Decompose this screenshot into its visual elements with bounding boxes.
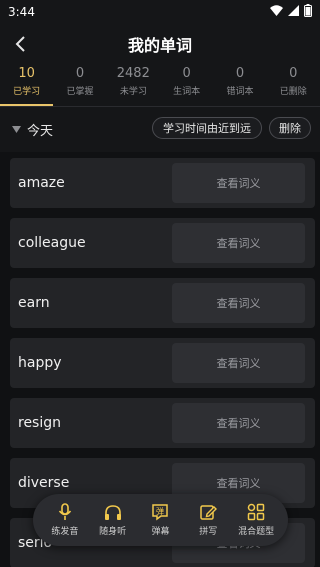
stat-count: 10 bbox=[18, 66, 35, 81]
stat-label: 已掌握 bbox=[66, 87, 94, 97]
stat-count: 0 bbox=[182, 66, 191, 81]
stat-label: 未学习 bbox=[119, 87, 147, 97]
stat-label: 已删除 bbox=[279, 87, 307, 97]
practice-label: 练发音 bbox=[51, 527, 79, 537]
triangle-down-icon bbox=[12, 125, 21, 133]
microphone-icon bbox=[56, 503, 74, 521]
tab-unlearned[interactable]: 2482 未学习 bbox=[107, 66, 160, 106]
list-item: earn 查看词义 bbox=[10, 278, 315, 328]
status-time: 3:44 bbox=[8, 5, 35, 19]
list-item: amaze 查看词义 bbox=[10, 158, 315, 208]
back-button[interactable] bbox=[6, 29, 36, 59]
status-bar: 3:44 bbox=[0, 0, 320, 24]
sort-button[interactable]: 学习时间由近到远 bbox=[152, 117, 262, 139]
stat-count: 0 bbox=[289, 66, 298, 81]
delete-button[interactable]: 删除 bbox=[269, 117, 311, 139]
word-text: happy bbox=[18, 355, 62, 371]
tab-learned[interactable]: 10 已学习 bbox=[0, 66, 54, 106]
list-item: happy 查看词义 bbox=[10, 338, 315, 388]
divider bbox=[0, 106, 320, 107]
grid-icon bbox=[247, 503, 265, 521]
tab-mastered[interactable]: 0 已掌握 bbox=[53, 66, 106, 106]
back-arrow-icon bbox=[15, 36, 25, 52]
practice-label: 弹幕 bbox=[151, 527, 170, 537]
mixed-quiz-button[interactable]: 混合题型 bbox=[233, 503, 279, 537]
spelling-button[interactable]: 拼写 bbox=[185, 503, 231, 537]
stat-label: 已学习 bbox=[13, 87, 41, 97]
wifi-icon bbox=[270, 5, 283, 19]
list-item: colleague 查看词义 bbox=[10, 218, 315, 268]
tab-new-words[interactable]: 0 生词本 bbox=[160, 66, 213, 106]
word-text: amaze bbox=[18, 175, 65, 191]
word-text: resign bbox=[18, 415, 62, 431]
stat-count: 0 bbox=[75, 66, 85, 81]
headphones-icon bbox=[104, 503, 122, 521]
stat-label: 生词本 bbox=[173, 87, 201, 97]
title-bar: 我的单词 bbox=[0, 24, 320, 64]
stats-tabs: 10 已学习 0 已掌握 2482 未学习 0 生词本 0 错词本 0 已删除 bbox=[0, 66, 320, 106]
practice-label: 随身听 bbox=[99, 527, 127, 537]
practice-bar: 练发音 随身听 弹 弹幕 拼写 混合题型 bbox=[33, 494, 288, 546]
tab-wrong-words[interactable]: 0 错词本 bbox=[213, 66, 266, 106]
tab-deleted[interactable]: 0 已删除 bbox=[267, 66, 320, 106]
badge-text: 弹 bbox=[156, 506, 164, 516]
word-text: earn bbox=[18, 295, 50, 311]
view-meaning-button[interactable]: 查看词义 bbox=[172, 343, 305, 383]
listen-button[interactable]: 随身听 bbox=[90, 503, 136, 537]
bullet-comment-button[interactable]: 弹 弹幕 bbox=[137, 503, 183, 537]
page-title: 我的单词 bbox=[127, 36, 192, 55]
list-toolbar: 今天 学习时间由近到远 删除 bbox=[0, 114, 320, 144]
view-meaning-button[interactable]: 查看词义 bbox=[172, 283, 305, 323]
battery-icon bbox=[304, 4, 312, 20]
stat-count: 2482 bbox=[116, 66, 150, 81]
status-icons bbox=[270, 4, 312, 20]
group-label: 今天 bbox=[27, 123, 54, 139]
bullet-comment-icon: 弹 bbox=[151, 503, 169, 521]
practice-pronunciation-button[interactable]: 练发音 bbox=[42, 503, 88, 537]
word-text: colleague bbox=[18, 235, 86, 251]
edit-icon bbox=[199, 503, 218, 521]
list-item: resign 查看词义 bbox=[10, 398, 315, 448]
stat-count: 0 bbox=[235, 66, 245, 81]
view-meaning-button[interactable]: 查看词义 bbox=[172, 403, 305, 443]
stat-label: 错词本 bbox=[226, 87, 254, 97]
group-toggle[interactable]: 今天 bbox=[12, 120, 53, 139]
view-meaning-button[interactable]: 查看词义 bbox=[172, 223, 305, 263]
practice-label: 混合题型 bbox=[238, 527, 275, 537]
signal-icon bbox=[288, 5, 299, 19]
view-meaning-button[interactable]: 查看词义 bbox=[172, 163, 305, 203]
practice-label: 拼写 bbox=[199, 527, 218, 537]
